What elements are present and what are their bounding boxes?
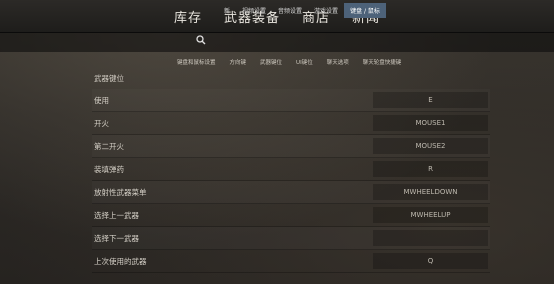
subnav-video[interactable]: 视频设置 bbox=[236, 3, 272, 18]
binding-row: 装填弹药 R bbox=[92, 158, 490, 181]
binding-tabs: 键盘和鼠标设置 方向键 武器键位 UI键位 聊天选项 聊天轮盘快捷键 bbox=[170, 58, 408, 66]
binding-label: 装填弹药 bbox=[94, 164, 124, 174]
binding-key-button[interactable]: R bbox=[373, 161, 488, 177]
binding-row: 选择下一武器 bbox=[92, 227, 490, 250]
binding-label: 上次使用的武器 bbox=[94, 256, 147, 266]
binding-label: 第二开火 bbox=[94, 141, 124, 151]
binding-key-button[interactable]: MOUSE2 bbox=[373, 138, 488, 154]
settings-nav: 新 视频设置 音频设置 游戏设置 键盘 / 鼠标 bbox=[218, 3, 386, 18]
binding-label: 使用 bbox=[94, 95, 109, 105]
tab-ui-keys[interactable]: UI键位 bbox=[289, 58, 320, 66]
binding-key-button[interactable]: MWHEELDOWN bbox=[373, 184, 488, 200]
binding-key-button[interactable]: Q bbox=[373, 253, 488, 269]
settings-nav-bar bbox=[0, 32, 554, 52]
binding-row: 上次使用的武器 Q bbox=[92, 250, 490, 273]
nav-inventory[interactable]: 库存 bbox=[174, 7, 202, 26]
binding-label: 选择下一武器 bbox=[94, 233, 139, 243]
binding-key-button[interactable] bbox=[373, 230, 488, 246]
binding-label: 开火 bbox=[94, 118, 109, 128]
binding-key-button[interactable]: MWHEELUP bbox=[373, 207, 488, 223]
binding-row: 使用 E bbox=[92, 89, 490, 112]
tab-chat-options[interactable]: 聊天选项 bbox=[320, 58, 356, 66]
search-icon[interactable] bbox=[196, 35, 206, 45]
binding-label: 放射性武器菜单 bbox=[94, 187, 147, 197]
subnav-audio[interactable]: 音频设置 bbox=[272, 3, 308, 18]
tab-keyboard-mouse-settings[interactable]: 键盘和鼠标设置 bbox=[170, 58, 223, 66]
binding-row: 开火 MOUSE1 bbox=[92, 112, 490, 135]
subnav-game[interactable]: 游戏设置 bbox=[308, 3, 344, 18]
binding-row: 第二开火 MOUSE2 bbox=[92, 135, 490, 158]
tab-chat-wheel-shortcuts[interactable]: 聊天轮盘快捷键 bbox=[356, 58, 409, 66]
binding-key-button[interactable]: E bbox=[373, 92, 488, 108]
binding-row: 选择上一武器 MWHEELUP bbox=[92, 204, 490, 227]
section-title: 武器键位 bbox=[94, 74, 124, 83]
binding-list: 使用 E 开火 MOUSE1 第二开火 MOUSE2 装填弹药 R 放射性武器菜… bbox=[92, 89, 490, 273]
subnav-keyboard-mouse[interactable]: 键盘 / 鼠标 bbox=[344, 3, 386, 18]
binding-label: 选择上一武器 bbox=[94, 210, 139, 220]
binding-key-button[interactable]: MOUSE1 bbox=[373, 115, 488, 131]
subnav-new[interactable]: 新 bbox=[218, 3, 236, 18]
binding-row: 放射性武器菜单 MWHEELDOWN bbox=[92, 181, 490, 204]
tab-weapon-keys[interactable]: 武器键位 bbox=[253, 58, 289, 66]
tab-movement-keys[interactable]: 方向键 bbox=[223, 58, 254, 66]
